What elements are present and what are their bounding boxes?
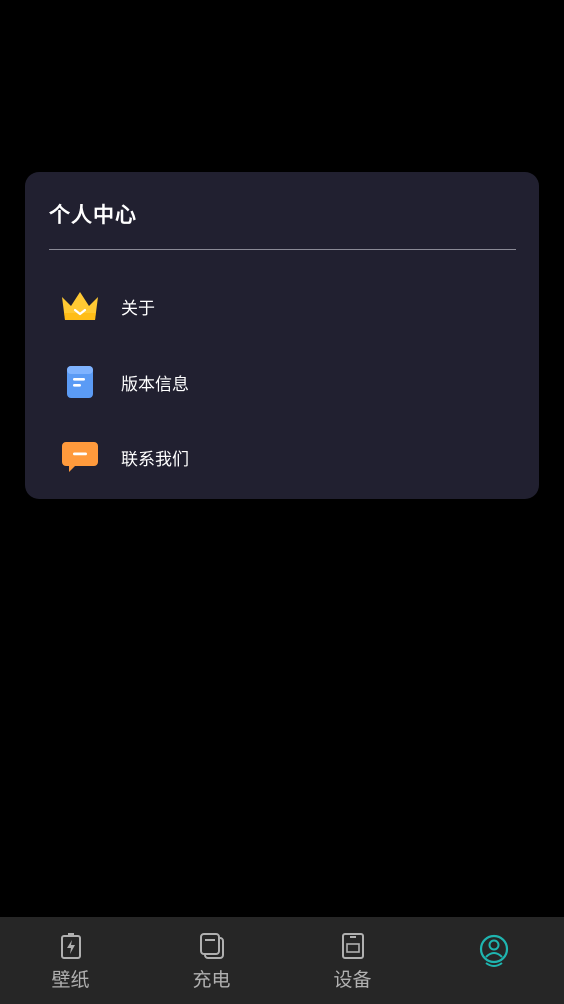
tab-profile[interactable] — [423, 917, 564, 1004]
personal-center-screen: 个人中心 关于 版本信息 联系我们 壁纸 充电 设备 — [0, 0, 564, 1004]
tab-wallpaper-label: 壁纸 — [51, 969, 90, 991]
battery-bolt-icon — [56, 931, 86, 961]
layers-icon — [197, 931, 227, 961]
tab-device-label: 设备 — [333, 969, 372, 991]
tab-wallpaper[interactable]: 壁纸 — [0, 917, 141, 1004]
profile-icon — [477, 933, 511, 971]
menu-item-about[interactable]: 关于 — [25, 275, 539, 337]
menu-item-version-info[interactable]: 版本信息 — [25, 351, 539, 413]
crown-icon — [58, 284, 102, 328]
document-icon — [58, 360, 102, 404]
personal-center-card: 个人中心 关于 版本信息 联系我们 — [25, 172, 539, 499]
bottom-tab-bar: 壁纸 充电 设备 — [0, 917, 564, 1004]
menu-item-about-label: 关于 — [121, 298, 155, 319]
tab-charging-label: 充电 — [192, 969, 231, 991]
tab-charging[interactable]: 充电 — [141, 917, 282, 1004]
chat-bubble-icon — [58, 435, 102, 479]
device-icon — [338, 931, 368, 961]
divider — [49, 249, 516, 250]
menu-item-contact-us[interactable]: 联系我们 — [25, 426, 539, 488]
tab-device[interactable]: 设备 — [282, 917, 423, 1004]
menu-item-contact-us-label: 联系我们 — [121, 449, 189, 470]
menu-item-version-info-label: 版本信息 — [121, 374, 189, 395]
card-title: 个人中心 — [49, 203, 137, 227]
